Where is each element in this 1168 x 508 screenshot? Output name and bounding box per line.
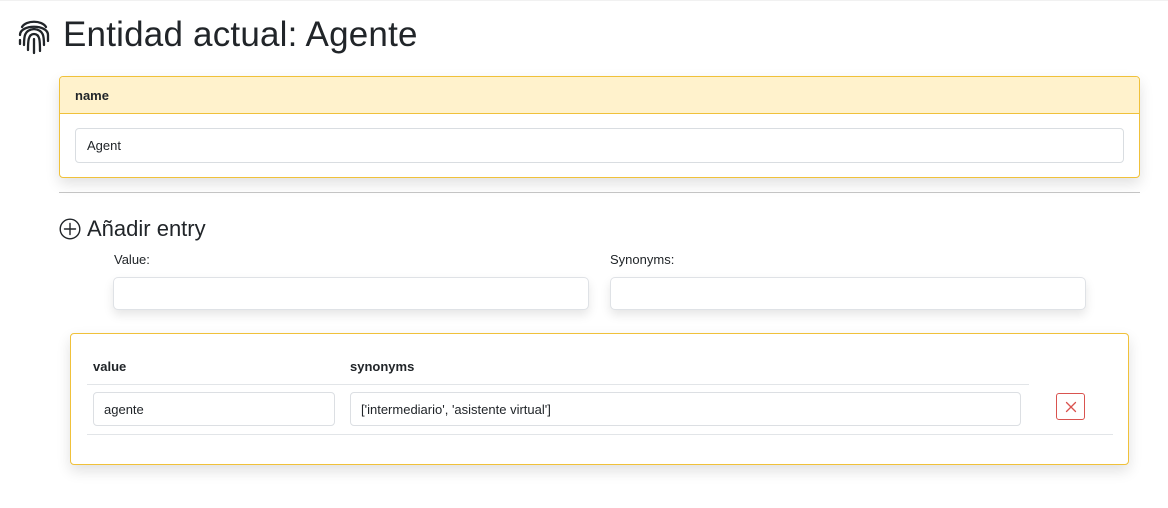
header-divider [87, 384, 1029, 385]
value-input[interactable] [113, 277, 589, 310]
close-icon [1065, 401, 1077, 413]
page-title-text: Entidad actual: Agente [63, 15, 418, 54]
column-header-value: value [93, 359, 127, 374]
section-divider [59, 192, 1140, 193]
add-entry-label: Añadir entry [87, 216, 206, 241]
synonyms-label: Synonyms: [610, 252, 675, 267]
add-entry-heading: Añadir entry [59, 214, 206, 244]
entry-synonyms-input[interactable] [350, 392, 1021, 426]
entry-value-input[interactable] [93, 392, 335, 426]
entity-name-card: name [59, 76, 1140, 178]
column-header-synonyms: synonyms [350, 359, 415, 374]
fingerprint-icon [16, 15, 52, 55]
entries-table-card: value synonyms [70, 333, 1129, 465]
synonyms-input[interactable] [610, 277, 1086, 310]
name-card-header: name [60, 77, 1139, 114]
row-divider [87, 434, 1113, 435]
top-border [0, 0, 1168, 1]
delete-entry-button[interactable] [1056, 393, 1085, 420]
plus-circle-icon[interactable] [59, 218, 81, 240]
entity-name-input[interactable] [75, 128, 1124, 163]
value-label: Value: [114, 252, 150, 267]
page-title: Entidad actual: Agente [16, 12, 418, 58]
